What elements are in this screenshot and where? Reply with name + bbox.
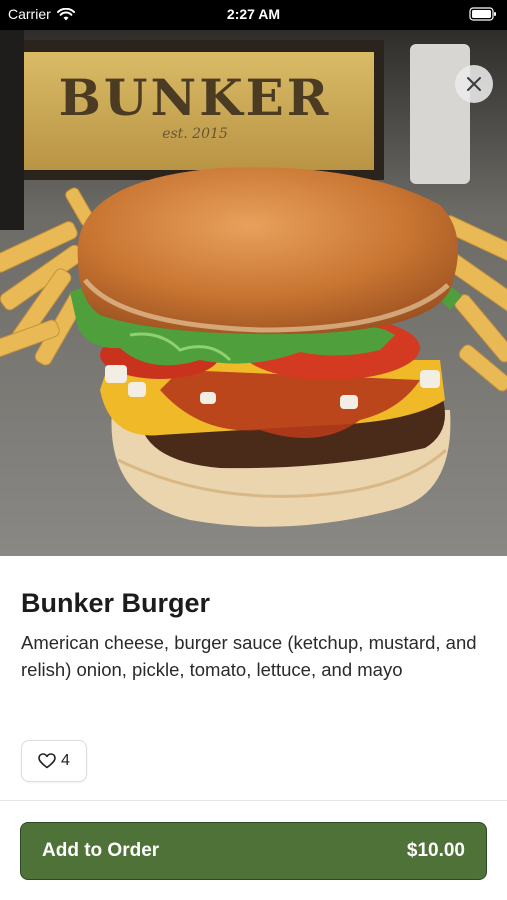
- item-title: Bunker Burger: [21, 588, 211, 618]
- divider: [0, 800, 507, 801]
- status-time: 2:27 AM: [226, 6, 281, 22]
- heart-icon: [38, 753, 56, 769]
- sign-text: BUNKER: [59, 68, 332, 127]
- sign-subtext: est. 2015: [162, 126, 228, 142]
- like-button[interactable]: 4: [21, 740, 87, 782]
- add-to-order-button[interactable]: Add to Order $10.00: [20, 822, 487, 880]
- item-description: American cheese, burger sauce (ketchup, …: [21, 632, 477, 680]
- like-count: 4: [61, 752, 70, 769]
- status-bar: Carrier 2:27 AM: [0, 0, 507, 30]
- item-details: Bunker Burger American cheese, burger sa…: [21, 556, 487, 683]
- close-button[interactable]: [455, 65, 493, 103]
- close-icon: [467, 77, 481, 91]
- order-price: $10.00: [406, 840, 465, 861]
- add-to-order-label: Add to Order: [42, 840, 160, 861]
- battery-icon: [469, 7, 497, 24]
- hero-image: BUNKER est. 2015: [0, 30, 507, 556]
